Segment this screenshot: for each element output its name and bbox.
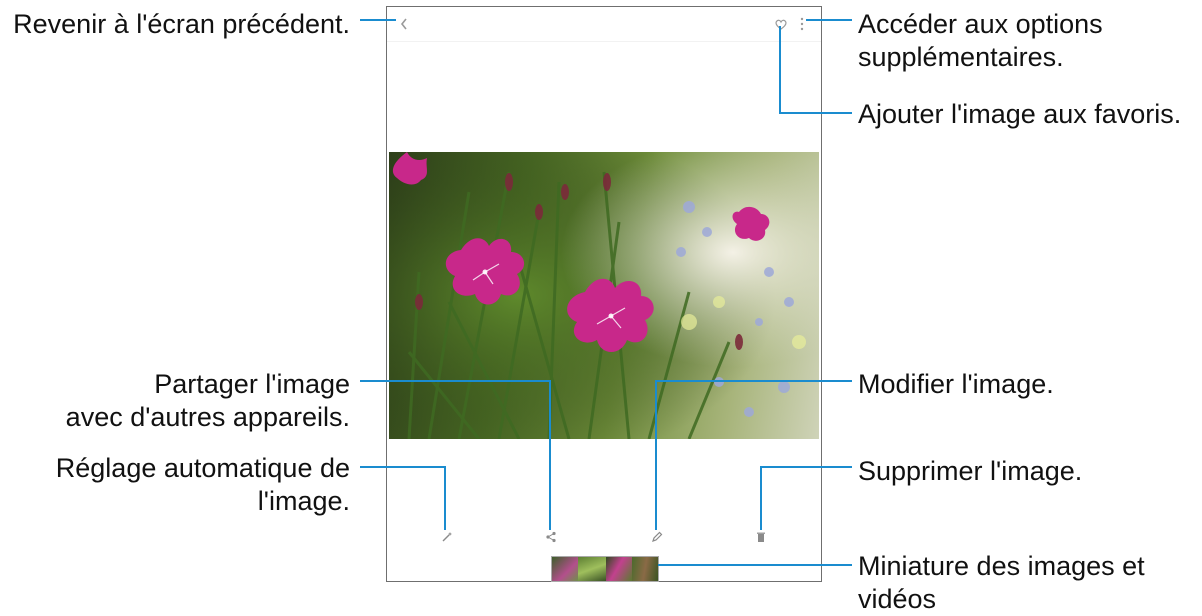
callout-edit-text: Modifier l'image. — [858, 369, 1054, 399]
callout-edit: Modifier l'image. — [858, 368, 1054, 401]
delete-button[interactable] — [753, 529, 769, 545]
photo-image — [389, 152, 819, 439]
callout-more-options-line2: supplémentaires. — [858, 42, 1064, 72]
callout-thumbnails: Miniature des images et vidéos — [858, 550, 1145, 616]
callout-delete: Supprimer l'image. — [858, 455, 1082, 488]
back-button[interactable] — [397, 15, 411, 33]
callout-favorite-text: Ajouter l'image aux favoris. — [858, 99, 1182, 129]
auto-adjust-button[interactable] — [439, 529, 455, 545]
leader-share-h — [360, 380, 550, 382]
callout-more-options: Accéder aux options supplémentaires. — [858, 8, 1103, 74]
leader-delete-h — [760, 466, 852, 468]
flower-photo — [389, 152, 819, 439]
callout-favorite: Ajouter l'image aux favoris. — [858, 98, 1181, 131]
chevron-left-icon — [400, 18, 407, 30]
callout-auto-adjust: Réglage automatique de l'image. — [6, 452, 350, 518]
callout-delete-text: Supprimer l'image. — [858, 456, 1083, 486]
leader-more-options — [806, 19, 852, 21]
edit-button[interactable] — [649, 529, 665, 545]
trash-icon — [757, 532, 765, 542]
leader-edit-h — [655, 380, 852, 382]
pencil-icon — [652, 531, 663, 542]
leader-auto-adjust-h — [360, 466, 446, 468]
more-options-button[interactable] — [797, 15, 807, 33]
leader-share-v — [549, 380, 551, 530]
leader-edit-v — [655, 380, 657, 530]
callout-share-line2: avec d'autres appareils. — [65, 402, 350, 432]
callout-more-options-line1: Accéder aux options — [858, 9, 1103, 39]
heart-icon — [775, 19, 787, 30]
leader-delete-v — [760, 466, 762, 530]
leader-back — [360, 19, 396, 21]
device-screen — [386, 6, 822, 582]
top-app-bar — [387, 7, 821, 42]
thumbnail-item[interactable] — [606, 557, 632, 581]
callout-share: Partager l'image avec d'autres appareils… — [6, 368, 350, 434]
thumbnail-item[interactable] — [578, 557, 606, 581]
vertical-dots-icon — [800, 17, 804, 31]
callout-auto-adjust-line1: Réglage automatique de — [55, 453, 350, 483]
leader-thumbnails — [658, 564, 852, 566]
thumbnail-item[interactable] — [632, 557, 658, 581]
thumbnail-strip[interactable] — [551, 556, 659, 582]
callout-thumbnails-line1: Miniature des images et — [858, 551, 1145, 581]
share-icon — [546, 531, 556, 543]
callout-back: Revenir à l'écran précédent. — [6, 8, 350, 41]
leader-auto-adjust-v — [444, 466, 446, 530]
callout-auto-adjust-line2: l'image. — [257, 486, 350, 516]
callout-back-text: Revenir à l'écran précédent. — [13, 9, 350, 39]
thumbnail-item[interactable] — [552, 557, 578, 581]
share-button[interactable] — [543, 529, 559, 545]
callout-thumbnails-line2: vidéos — [858, 584, 937, 614]
leader-favorite-h — [779, 112, 852, 114]
callout-share-line1: Partager l'image — [154, 369, 350, 399]
leader-favorite-v — [779, 26, 781, 114]
favorite-button[interactable] — [773, 16, 789, 32]
magic-wand-icon — [442, 532, 452, 542]
